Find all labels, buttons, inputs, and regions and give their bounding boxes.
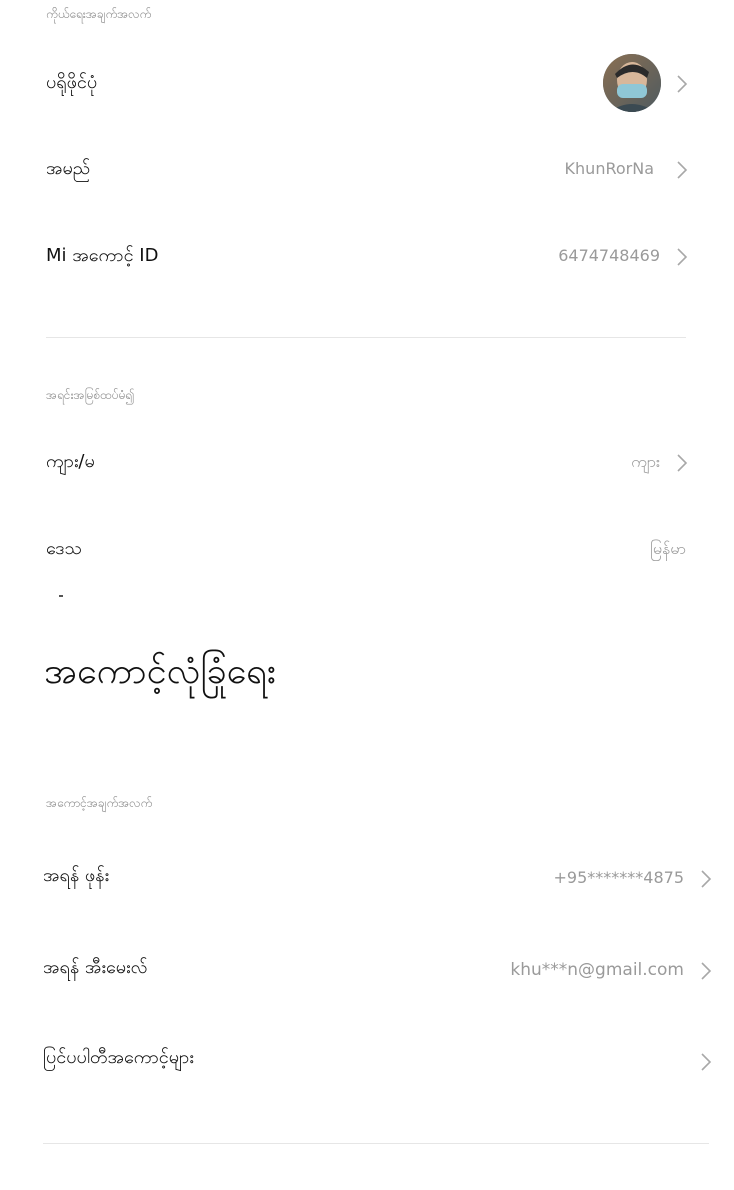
- third-party-accounts-row[interactable]: ပြင်ပပါတီအကောင့်များ: [0, 1028, 734, 1088]
- chevron-right-icon: [694, 1050, 718, 1074]
- profile-photo-row[interactable]: ပရိုဖိုင်ပုံ: [0, 52, 734, 112]
- third-party-accounts-label: ပြင်ပပါတီအကောင့်များ: [43, 1047, 194, 1068]
- gender-row[interactable]: ကျား/မ ကျား: [0, 432, 734, 492]
- backup-phone-row[interactable]: အရန် ဖုန်း +95*******4875: [0, 846, 734, 906]
- chevron-right-icon: [694, 959, 718, 983]
- basic-settings-section-label: အရင်းအမြစ်ထပ်မံ၍: [46, 388, 135, 402]
- user-avatar: [603, 54, 661, 112]
- name-label: အမည်: [46, 158, 91, 179]
- region-label: ဒေသ: [46, 538, 82, 559]
- chevron-right-icon: [670, 451, 694, 475]
- chevron-right-icon: [670, 245, 694, 269]
- account-info-section-label: အကောင့်အချက်အလက်: [46, 796, 153, 810]
- backup-email-label: အရန် အီးမေးလ်: [43, 957, 148, 978]
- mi-account-id-value: 6474748469: [558, 246, 660, 265]
- gender-label: ကျား/မ: [46, 451, 95, 472]
- personal-info-section-label: ကိုယ်ရေးအချက်အလက်: [46, 7, 152, 21]
- backup-email-value: khu***n@gmail.com: [510, 960, 684, 980]
- section-divider: [46, 337, 686, 338]
- mi-account-id-row[interactable]: Mi အကောင့် ID 6474748469: [0, 226, 734, 286]
- name-row[interactable]: အမည် KhunRorNa: [0, 139, 734, 199]
- chevron-right-icon: [694, 867, 718, 891]
- region-value: မြန်မာ: [650, 539, 686, 558]
- chevron-right-icon: [670, 158, 694, 182]
- account-security-title: အကောင့်လုံခြုံရေး: [44, 651, 276, 692]
- scroll-artifact: [59, 595, 63, 597]
- backup-phone-label: အရန် ဖုန်း: [43, 865, 110, 886]
- backup-email-row[interactable]: အရန် အီးမေးလ် khu***n@gmail.com: [0, 938, 734, 998]
- section-divider: [43, 1143, 709, 1144]
- backup-phone-value: +95*******4875: [553, 868, 684, 887]
- region-row[interactable]: ဒေသ မြန်မာ: [0, 519, 734, 579]
- name-value: KhunRorNa: [564, 159, 654, 178]
- profile-photo-label: ပရိုဖိုင်ပုံ: [46, 72, 98, 93]
- mi-account-id-label: Mi အကောင့် ID: [46, 245, 159, 266]
- chevron-right-icon: [670, 72, 694, 96]
- gender-value: ကျား: [631, 452, 660, 471]
